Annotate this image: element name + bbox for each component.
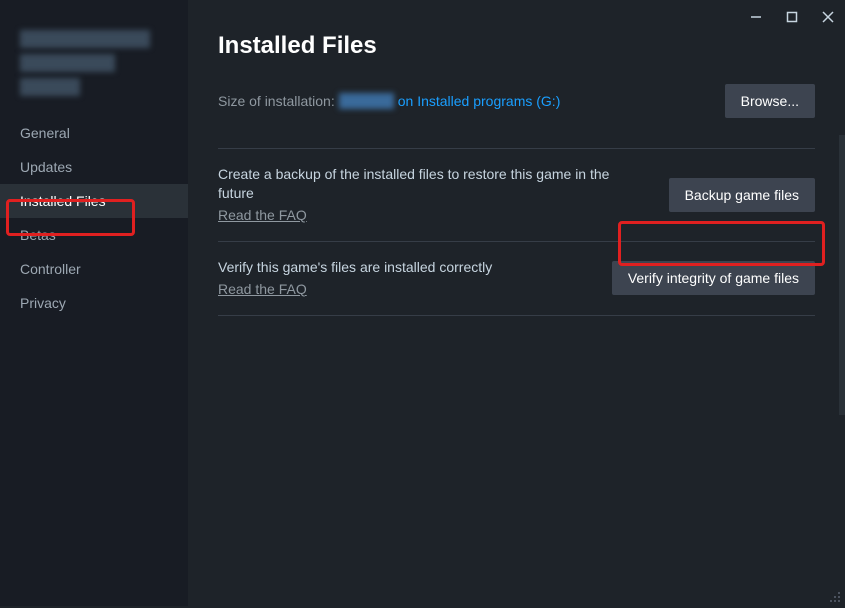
sidebar-item-betas[interactable]: Betas <box>0 218 188 252</box>
backup-button[interactable]: Backup game files <box>669 178 815 212</box>
close-icon[interactable] <box>819 8 837 26</box>
divider <box>218 315 815 316</box>
verify-description: Verify this game's files are installed c… <box>218 258 592 277</box>
verify-button[interactable]: Verify integrity of game files <box>612 261 815 295</box>
browse-button[interactable]: Browse... <box>725 84 815 118</box>
backup-description: Create a backup of the installed files t… <box>218 165 649 203</box>
size-label: Size of installation: <box>218 93 335 109</box>
minimize-icon[interactable] <box>747 8 765 26</box>
main-content: Installed Files Size of installation: on… <box>188 0 845 606</box>
redacted-text <box>20 78 80 96</box>
installation-size-text: Size of installation: on Installed progr… <box>218 93 560 109</box>
installation-size-row: Size of installation: on Installed progr… <box>218 84 815 118</box>
game-title-area <box>0 20 188 116</box>
nav-list: General Updates Installed Files Betas Co… <box>0 116 188 320</box>
verify-faq-link[interactable]: Read the FAQ <box>218 281 307 297</box>
backup-section: Create a backup of the installed files t… <box>218 149 815 241</box>
maximize-icon[interactable] <box>783 8 801 26</box>
sidebar-item-updates[interactable]: Updates <box>0 150 188 184</box>
redacted-text <box>20 30 150 48</box>
redacted-size-value <box>339 93 394 109</box>
sidebar-item-controller[interactable]: Controller <box>0 252 188 286</box>
installation-location-link[interactable]: on Installed programs (G:) <box>398 93 561 109</box>
redacted-text <box>20 54 115 72</box>
verify-section: Verify this game's files are installed c… <box>218 242 815 315</box>
resize-grip-icon[interactable] <box>829 590 841 602</box>
sidebar-item-privacy[interactable]: Privacy <box>0 286 188 320</box>
sidebar: General Updates Installed Files Betas Co… <box>0 0 188 606</box>
backup-faq-link[interactable]: Read the FAQ <box>218 207 307 223</box>
window-controls <box>747 8 837 26</box>
page-title: Installed Files <box>218 32 815 60</box>
sidebar-item-general[interactable]: General <box>0 116 188 150</box>
sidebar-item-installed-files[interactable]: Installed Files <box>0 184 188 218</box>
scrollbar-track <box>839 135 845 415</box>
